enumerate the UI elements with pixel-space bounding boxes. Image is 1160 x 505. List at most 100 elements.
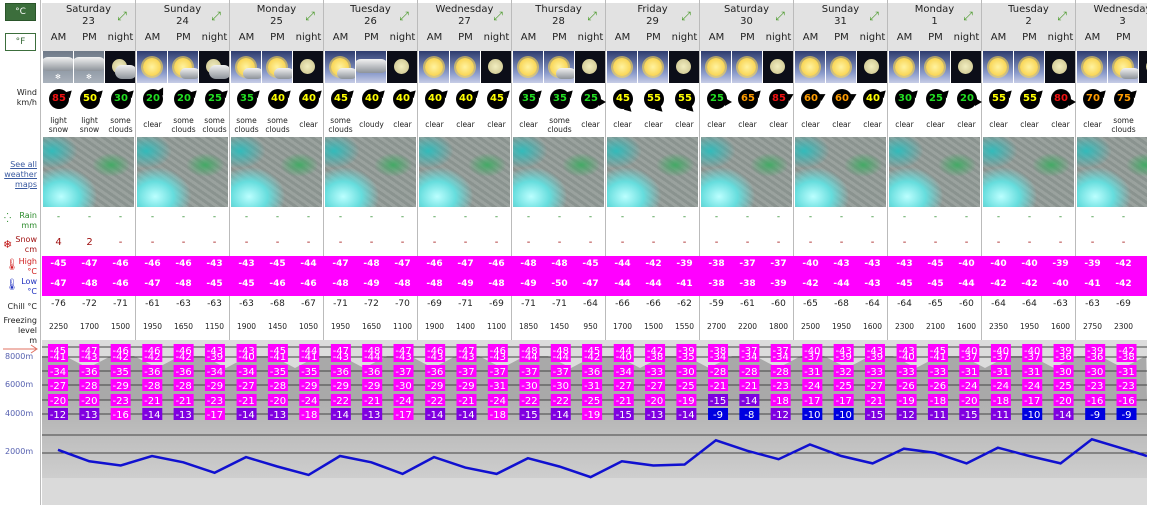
wind-speed: 30 (895, 89, 915, 109)
altitude-temp-label: -36 (584, 367, 600, 378)
altitude-temp-label: -31 (1118, 367, 1134, 378)
freezing-level-value: 1100 (392, 322, 413, 331)
desc-value: clear (738, 120, 757, 129)
sun-shape (1020, 58, 1038, 76)
period-label: PM (1022, 32, 1037, 43)
expand-arrows-icon[interactable]: ⤢ (585, 9, 599, 23)
chill-value: -65 (803, 299, 818, 309)
low-value: -45 (927, 279, 944, 289)
wind-indicator: 40 (387, 86, 418, 112)
expand-arrows-icon[interactable]: ⤢ (961, 9, 975, 23)
altitude-temp-label: -14 (333, 410, 349, 421)
weather-map-thumbnail[interactable] (607, 137, 698, 207)
altitude-temp-label: -14 (553, 410, 569, 421)
day-column: Wednesday3⤢AM70clear---39-41-632750PM75s… (1076, 0, 1147, 340)
low-value: -40 (1052, 279, 1069, 289)
low-value: -48 (175, 279, 192, 289)
snow-value: - (369, 237, 374, 248)
freezing-level-value: 1600 (1050, 322, 1071, 331)
wind-indicator: 55 (638, 86, 669, 112)
weather-map-thumbnail[interactable] (513, 137, 604, 207)
moon-shape (770, 59, 785, 74)
day-column: Saturday 30 ⤢ AM 25 clear - - -38 -38 -59 2700 PM 65 c… (700, 0, 794, 340)
snow-value: - (275, 237, 280, 248)
period-label: night (295, 32, 322, 43)
rain-value: - (870, 212, 875, 222)
fahrenheit-button[interactable]: °F (5, 33, 36, 51)
period-label: night (671, 32, 698, 43)
chill-value: -71 (333, 299, 348, 309)
expand-arrows-icon[interactable]: ⤢ (679, 9, 693, 23)
weather-map-thumbnail[interactable] (795, 137, 886, 207)
freezing-level-value: 2350 (988, 322, 1009, 331)
expand-arrows-icon[interactable]: ⤢ (209, 9, 223, 23)
weather-map-thumbnail[interactable] (231, 137, 322, 207)
weather-map-thumbnail[interactable] (1077, 137, 1147, 207)
expand-arrows-icon[interactable]: ⤢ (1055, 9, 1069, 23)
altitude-temp-label: -20 (1055, 396, 1071, 407)
snow-value: - (902, 237, 907, 248)
period-label: AM (1084, 32, 1101, 43)
weather-map-thumbnail[interactable] (137, 137, 228, 207)
wind-indicator: 55 (669, 86, 700, 112)
high-value: -46 (426, 259, 443, 269)
altitude-temp-label: -10 (804, 410, 820, 421)
moon-shape (394, 59, 409, 74)
axis-label: 2000m (5, 447, 34, 456)
chill-value: -69 (1116, 299, 1131, 309)
wind-speed: 25 (581, 89, 601, 109)
weather-map-thumbnail[interactable] (43, 137, 134, 207)
altitude-temp-label: -36 (364, 367, 380, 378)
sun-icon (795, 51, 825, 83)
expand-arrows-icon[interactable]: ⤢ (303, 9, 317, 23)
weather-map-thumbnail[interactable] (419, 137, 510, 207)
weather-map-thumbnail[interactable] (701, 137, 792, 207)
wind-speed: 40 (268, 89, 288, 109)
desc-value: some clouds (547, 115, 572, 134)
wind-indicator: 40 (857, 86, 888, 112)
altitude-temp-label: -11 (993, 410, 1009, 421)
snow-value: - (870, 237, 875, 248)
chill-value: -66 (646, 299, 661, 309)
altitude-temp-label: -28 (773, 367, 789, 378)
altitude-temp-label: -42 (144, 352, 160, 363)
period-label: PM (834, 32, 849, 43)
thermometer-low-icon: 🌡 (5, 278, 19, 291)
cloud-shape (337, 68, 355, 79)
freezing-level-value: 2250 (48, 322, 69, 331)
low-value: -45 (206, 279, 223, 289)
rain-value: - (369, 212, 374, 222)
freezing-level-value: 1900 (424, 322, 445, 331)
rain-icon: ⁛ (4, 214, 12, 224)
altitude-temp-label: -15 (616, 410, 632, 421)
chill-value: -60 (771, 299, 786, 309)
expand-arrows-icon[interactable]: ⤢ (773, 9, 787, 23)
low-value: -39 (770, 279, 787, 289)
rain-value: - (996, 212, 1001, 222)
weather-map-thumbnail[interactable] (325, 137, 416, 207)
rain-value: - (1058, 212, 1063, 222)
expand-arrows-icon[interactable]: ⤢ (115, 9, 129, 23)
rain-value: - (432, 212, 437, 222)
desc-value: some clouds (234, 115, 259, 134)
rain-value: - (839, 212, 844, 222)
snow-label: Snow cm (15, 235, 37, 255)
weather-map-thumbnail[interactable] (983, 137, 1074, 207)
freezing-level-value: 1150 (204, 322, 225, 331)
desc-value: clear (1020, 120, 1039, 129)
sun-icon (137, 51, 167, 83)
wind-indicator: 25 (575, 86, 606, 112)
see-all-maps-link[interactable]: See all weather maps (0, 160, 37, 190)
wind-indicator: 40 (262, 86, 293, 112)
snow-value: - (432, 237, 437, 248)
celsius-button[interactable]: °C (5, 3, 36, 21)
expand-arrows-icon[interactable]: ⤢ (397, 9, 411, 23)
moon-icon (387, 51, 417, 83)
expand-arrows-icon[interactable]: ⤢ (491, 9, 505, 23)
wind-indicator: 40 (356, 86, 387, 112)
low-value: -43 (864, 279, 881, 289)
expand-arrows-icon[interactable]: ⤢ (867, 9, 881, 23)
weather-map-thumbnail[interactable] (889, 137, 980, 207)
rain-label-text: Rain (19, 211, 37, 220)
desc-value: clear (832, 120, 851, 129)
